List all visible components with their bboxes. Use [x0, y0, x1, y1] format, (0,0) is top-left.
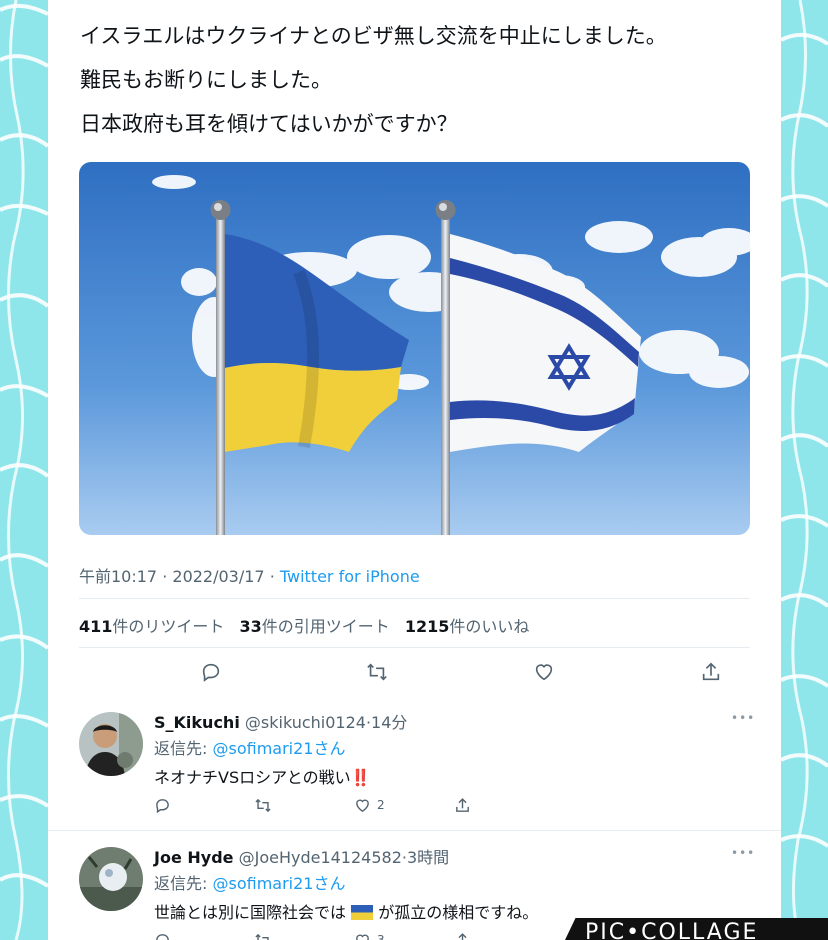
- author-handle[interactable]: @JoeHyde14124582: [239, 848, 402, 867]
- reply-actions: 2: [154, 795, 484, 817]
- reply-time[interactable]: 14分: [371, 713, 407, 732]
- share-icon: [702, 662, 720, 681]
- retweet-icon: [367, 663, 387, 681]
- share-icon: [458, 932, 467, 940]
- tweet-meta: 午前10:17 · 2022/03/17 · Twitter for iPhon…: [79, 563, 420, 587]
- reply-to: 返信先: @sofimari21さん: [154, 735, 345, 759]
- retweet-label: 件のリツイート: [112, 617, 225, 636]
- reply-icon: [202, 663, 220, 682]
- retweet-button[interactable]: [254, 930, 272, 940]
- tweet-line: 難民もお断りにしました。: [80, 68, 332, 92]
- tweet-time: 午前10:17: [79, 567, 158, 586]
- author-name[interactable]: Joe Hyde: [154, 848, 234, 867]
- more-options-icon[interactable]: •••: [731, 711, 754, 725]
- heart-icon: [356, 934, 369, 940]
- reply-text-after: が孤立の様相ですね。: [378, 903, 539, 922]
- reply-to-label: 返信先:: [154, 739, 208, 758]
- tweet-actions: [79, 658, 750, 690]
- like-count: 3: [377, 933, 385, 940]
- like-count: 1215: [404, 617, 450, 636]
- reply-button[interactable]: [154, 795, 171, 815]
- share-icon: [456, 797, 469, 812]
- retweet-icon: [255, 798, 271, 812]
- reply-to: 返信先: @sofimari21さん: [154, 870, 345, 894]
- reply-header: Joe Hyde @JoeHyde14124582·3時間: [154, 844, 449, 868]
- divider: [48, 830, 781, 831]
- tweet-photo-flags[interactable]: [79, 162, 750, 535]
- reply-to-mention[interactable]: @sofimari21さん: [213, 874, 346, 893]
- pic-collage-watermark: PIC•COLLAGE: [565, 918, 828, 940]
- meta-separator: ·: [269, 567, 280, 586]
- author-name[interactable]: S_Kikuchi: [154, 713, 240, 732]
- flags-image: [79, 162, 750, 535]
- like-label: 件のいいね: [449, 617, 530, 636]
- tweet-card: イスラエルはウクライナとのビザ無し交流を中止にしました。 難民もお断りにしました…: [48, 0, 781, 940]
- share-button[interactable]: [454, 930, 471, 940]
- avatar-image: [79, 847, 143, 911]
- retweet-button[interactable]: [363, 658, 391, 686]
- divider: [79, 647, 750, 648]
- reply-icon: [156, 933, 169, 940]
- heart-icon: [535, 664, 553, 681]
- reply-text-before: 世論とは別に国際社会では: [154, 903, 347, 922]
- tweet-source-link[interactable]: Twitter for iPhone: [280, 567, 420, 586]
- like-button[interactable]: 2: [354, 795, 385, 815]
- reply-to-label: 返信先:: [154, 874, 208, 893]
- quotes-stat[interactable]: 33件の引用ツイート: [240, 617, 390, 636]
- ukraine-flag-icon: [351, 905, 374, 920]
- quote-label: 件の引用ツイート: [261, 617, 390, 636]
- reply-time[interactable]: 3時間: [407, 848, 449, 867]
- tweet-line: イスラエルはウクライナとのビザ無し交流を中止にしました。: [80, 24, 667, 48]
- like-button[interactable]: [530, 658, 558, 686]
- avatar-image: [79, 712, 143, 776]
- heart-icon: [356, 799, 369, 812]
- tweet-stats: 411件のリツイート 33件の引用ツイート 1215件のいいね: [79, 613, 539, 637]
- reply-header: S_Kikuchi @skikuchi0124·14分: [154, 709, 407, 733]
- author-handle[interactable]: @skikuchi0124: [245, 713, 366, 732]
- reply-button[interactable]: [154, 930, 171, 940]
- reply-text: 世論とは別に国際社会では が孤立の様相ですね。: [154, 899, 538, 923]
- retweet-button[interactable]: [254, 795, 272, 815]
- reply-to-mention[interactable]: @sofimari21さん: [213, 739, 346, 758]
- tweet-date[interactable]: 2022/03/17: [172, 567, 264, 586]
- avatar[interactable]: [79, 712, 143, 776]
- reply-text: ネオナチVSロシアとの戦い‼️: [154, 764, 371, 788]
- retweet-count: 411: [79, 617, 113, 636]
- retweets-stat[interactable]: 411件のリツイート: [79, 617, 224, 636]
- likes-stat[interactable]: 1215件のいいね: [405, 617, 530, 636]
- reply-icon: [156, 798, 169, 813]
- divider: [79, 598, 750, 599]
- quote-count: 33: [239, 617, 262, 636]
- reply-item[interactable]: S_Kikuchi @skikuchi0124·14分 ••• 返信先: @so…: [48, 697, 781, 833]
- tweet-line: 日本政府も耳を傾けてはいかがですか？: [80, 112, 458, 136]
- like-count: 2: [377, 798, 385, 812]
- share-button[interactable]: [454, 795, 471, 815]
- retweet-icon: [255, 933, 269, 940]
- double-exclamation-emoji: ‼️: [350, 768, 371, 787]
- reply-actions: 3: [154, 930, 484, 940]
- like-button[interactable]: 3: [354, 930, 385, 940]
- meta-separator: ·: [162, 567, 173, 586]
- more-options-icon[interactable]: •••: [731, 846, 754, 860]
- tweet-text: イスラエルはウクライナとのビザ無し交流を中止にしました。 難民もお断りにしました…: [80, 14, 760, 146]
- reply-text-content: ネオナチVSロシアとの戦い: [154, 768, 351, 787]
- avatar[interactable]: [79, 847, 143, 911]
- reply-button[interactable]: [197, 658, 225, 686]
- share-button[interactable]: [697, 658, 725, 686]
